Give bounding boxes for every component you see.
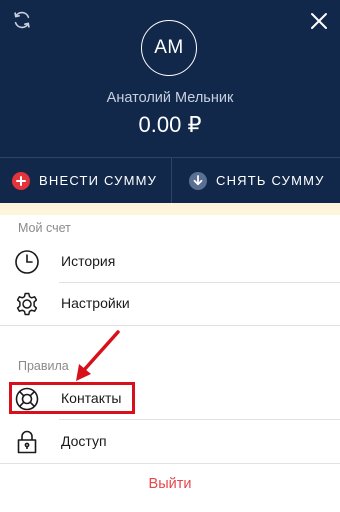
annotation-highlight-box [9, 382, 135, 414]
annotation-arrow [76, 330, 120, 381]
